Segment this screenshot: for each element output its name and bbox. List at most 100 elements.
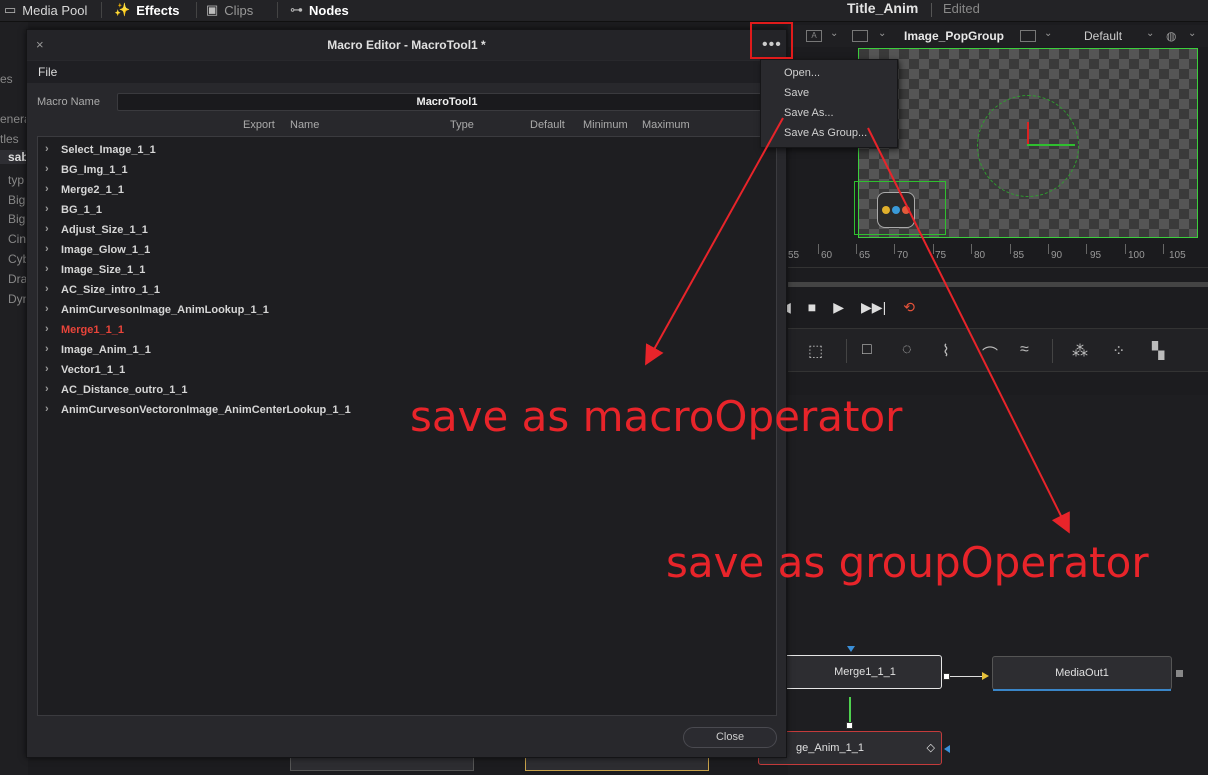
tree-item-highlighted[interactable]: › Merge1_1_1 (38, 321, 776, 341)
next-icon[interactable]: ▶▶| (861, 299, 886, 316)
color-wheel-icon[interactable]: ◍ (1166, 29, 1176, 43)
column-minimum[interactable]: Minimum (583, 119, 628, 131)
ruler-label: 95 (1090, 250, 1102, 261)
input-arrow-icon (847, 646, 855, 652)
tree-item-label: Image_Size_1_1 (61, 264, 146, 276)
tree-item[interactable]: › Select_Image_1_1 (38, 141, 776, 161)
tree-item[interactable]: › Image_Glow_1_1 (38, 241, 776, 261)
menu-item-save-as-group[interactable]: Save As Group... (784, 127, 867, 139)
column-maximum[interactable]: Maximum (642, 119, 690, 131)
tree-item[interactable]: › Image_Size_1_1 (38, 261, 776, 281)
ruler-label: 75 (935, 250, 947, 261)
chevron-down-icon[interactable]: ⌄ (1146, 28, 1154, 39)
chevron-right-icon[interactable]: › (45, 243, 49, 255)
library-item-selected[interactable]: sab (0, 150, 28, 164)
tracker-icon[interactable]: ⁘ (1112, 341, 1125, 361)
polygon-mask-icon[interactable]: ⌇ (942, 341, 950, 361)
close-button[interactable]: Close (683, 727, 777, 748)
clips-tab[interactable]: ▣ Clips (206, 0, 253, 20)
chevron-right-icon[interactable]: › (45, 303, 49, 315)
transform-y-axis[interactable] (1027, 122, 1029, 146)
particles-icon[interactable]: ⁂ (1072, 341, 1088, 361)
library-item[interactable]: Cyb (0, 252, 28, 266)
chevron-right-icon[interactable]: › (45, 183, 49, 195)
column-type[interactable]: Type (450, 119, 474, 131)
paint-icon[interactable]: ≈ (1020, 341, 1029, 359)
chevron-right-icon[interactable]: › (45, 223, 49, 235)
ellipse-mask-outline[interactable] (977, 95, 1079, 197)
library-item[interactable]: tles (0, 132, 28, 146)
column-default[interactable]: Default (530, 119, 565, 131)
viewer-zoom-preset[interactable]: Default (1084, 29, 1122, 43)
image-bounding-box[interactable] (854, 181, 946, 235)
chevron-right-icon[interactable]: › (45, 203, 49, 215)
viewer-canvas[interactable] (854, 48, 1198, 238)
tree-item[interactable]: › Image_Anim_1_1 (38, 341, 776, 361)
macro-name-input[interactable]: MacroTool1 (117, 93, 777, 111)
bspline-mask-icon[interactable]: ⌒ (982, 341, 998, 365)
viewer-layout-icon[interactable] (852, 30, 868, 42)
mediaout-port[interactable] (1176, 670, 1183, 677)
chevron-right-icon[interactable]: › (45, 263, 49, 275)
chevron-down-icon[interactable]: ⌄ (1188, 28, 1196, 39)
nodes-tab[interactable]: ⊶ Nodes (290, 0, 349, 20)
tree-item[interactable]: › AnimCurvesonImage_AnimLookup_1_1 (38, 301, 776, 321)
effects-wand-icon: ✨ (114, 2, 131, 17)
node-link-green (849, 697, 851, 723)
ruler-tick (894, 244, 895, 254)
tree-item[interactable]: › AC_Size_intro_1_1 (38, 281, 776, 301)
library-item[interactable]: Big (0, 212, 28, 226)
chevron-right-icon[interactable]: › (45, 343, 49, 355)
ellipse-mask-icon[interactable]: ◌ (902, 341, 912, 359)
effects-tab[interactable]: ✨ Effects (114, 0, 180, 20)
rectangle-mask-icon[interactable]: □ (862, 341, 872, 359)
chevron-right-icon[interactable]: › (45, 283, 49, 295)
loop-icon[interactable]: ⟲ (903, 299, 915, 316)
tree-item[interactable]: › BG_Img_1_1 (38, 161, 776, 181)
chevron-right-icon[interactable]: › (45, 363, 49, 375)
top-toolbar: ▭ Media Pool ✨ Effects ▣ Clips ⊶ Nodes T… (0, 0, 1208, 22)
play-icon[interactable]: ▶ (833, 299, 844, 316)
library-item[interactable]: typ (0, 173, 28, 187)
chevron-right-icon[interactable]: › (45, 143, 49, 155)
library-item[interactable]: Big (0, 193, 28, 207)
mediaout-node[interactable]: MediaOut1 (992, 656, 1172, 691)
library-item[interactable]: enera (0, 112, 28, 126)
viewer-a-button[interactable]: A (806, 30, 822, 42)
chevron-right-icon[interactable]: › (45, 383, 49, 395)
library-item[interactable]: Dyn (0, 292, 28, 306)
library-item[interactable]: Cin (0, 232, 28, 246)
tree-item[interactable]: › Adjust_Size_1_1 (38, 221, 776, 241)
ruler-tick (971, 244, 972, 254)
column-name[interactable]: Name (290, 119, 319, 131)
image-anim-output-port[interactable] (846, 722, 853, 729)
menu-item-open[interactable]: Open... (784, 67, 820, 79)
chevron-down-icon[interactable]: ⌄ (830, 28, 838, 39)
planar-icon[interactable]: ▚ (1152, 341, 1164, 361)
menu-item-save[interactable]: Save (784, 87, 809, 99)
stop-icon[interactable]: ■ (808, 299, 816, 315)
column-export[interactable]: Export (243, 119, 275, 131)
viewer-options-icon[interactable] (1020, 30, 1036, 42)
merge-output-port[interactable] (943, 673, 950, 680)
chevron-right-icon[interactable]: › (45, 163, 49, 175)
tree-item[interactable]: › BG_1_1 (38, 201, 776, 221)
menu-item-save-as[interactable]: Save As... (784, 107, 834, 119)
media-pool-tab[interactable]: ▭ Media Pool (4, 0, 87, 20)
tree-item[interactable]: › Merge2_1_1 (38, 181, 776, 201)
time-ruler[interactable]: 55 60 65 70 75 80 85 90 95 100 105 (788, 240, 1208, 268)
chevron-right-icon[interactable]: › (45, 403, 49, 415)
transform-x-axis[interactable] (1027, 144, 1075, 146)
tree-item-label: BG_Img_1_1 (61, 164, 128, 176)
chevron-down-icon[interactable]: ⌄ (1044, 28, 1052, 39)
chevron-down-icon[interactable]: ⌄ (878, 28, 886, 39)
tree-item[interactable]: › Vector1_1_1 (38, 361, 776, 381)
chevron-right-icon[interactable]: › (45, 323, 49, 335)
ruler-tick (1048, 244, 1049, 254)
timeline-scrollbar[interactable] (788, 282, 1208, 287)
library-item[interactable]: es (0, 72, 28, 86)
library-item[interactable]: Dra (0, 272, 28, 286)
menu-file[interactable]: File (38, 65, 57, 79)
transform-icon[interactable]: ⬚ (808, 341, 823, 361)
input-arrow-icon (944, 745, 950, 753)
